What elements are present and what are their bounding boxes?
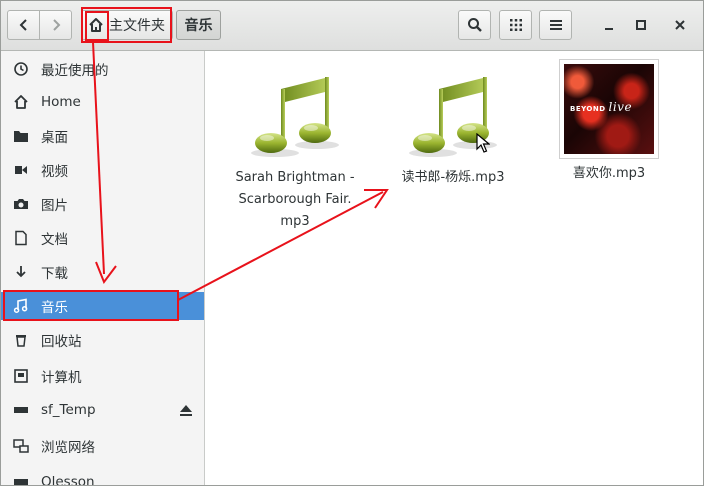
sidebar-item-recent[interactable]: 最近使用的 <box>1 55 204 83</box>
maximize-icon <box>636 20 646 30</box>
album-art-text: BEYOND live <box>570 100 633 114</box>
header-bar: 主文件夹 音乐 <box>1 1 703 51</box>
file-item[interactable]: BEYOND live 喜欢你.mp3 <box>544 59 674 185</box>
sidebar-item-sf-temp[interactable]: sf_Temp <box>1 396 204 424</box>
download-icon <box>11 262 31 282</box>
minimize-icon <box>605 28 613 30</box>
document-icon <box>11 228 31 248</box>
camera-icon <box>11 194 31 214</box>
folder-icon <box>11 126 31 146</box>
sidebar-item-pictures[interactable]: 图片 <box>1 190 204 218</box>
sidebar-item-home[interactable]: Home <box>1 88 204 116</box>
eject-icon[interactable] <box>178 402 194 418</box>
mouse-cursor-icon <box>476 133 490 153</box>
drive-icon <box>11 472 31 485</box>
close-button[interactable] <box>669 14 691 36</box>
sidebar-item-olesson[interactable]: Olesson <box>1 468 204 486</box>
forward-button[interactable] <box>39 10 72 40</box>
computer-icon <box>11 366 31 386</box>
menu-button[interactable] <box>539 10 572 40</box>
sidebar-item-label: 回收站 <box>41 334 82 350</box>
close-icon <box>675 20 685 30</box>
sidebar-item-label: 下载 <box>41 266 68 282</box>
minimize-button[interactable] <box>598 14 620 36</box>
search-icon <box>467 18 482 32</box>
sidebar-item-computer[interactable]: 计算机 <box>1 362 204 390</box>
breadcrumb-music-label: 音乐 <box>184 18 213 34</box>
file-name: 喜欢你.mp3 <box>572 166 646 181</box>
breadcrumb-home-label: 主文件夹 <box>109 18 165 34</box>
sidebar-item-label: Home <box>41 94 81 110</box>
sidebar-item-desktop[interactable]: 桌面 <box>1 122 204 150</box>
sidebar: 最近使用的 Home 桌面 视频 图片 文档 下载 音乐 回收站 计算机 sf_… <box>1 51 205 486</box>
trash-icon <box>11 330 31 350</box>
sidebar-item-label: 音乐 <box>41 300 68 316</box>
sidebar-item-label: 文档 <box>41 232 68 248</box>
network-icon <box>11 436 31 456</box>
back-button[interactable] <box>7 10 40 40</box>
sidebar-item-label: 计算机 <box>41 370 82 386</box>
sidebar-item-label: 浏览网络 <box>41 440 95 456</box>
navigation-buttons <box>7 10 73 40</box>
hamburger-menu-icon <box>549 20 562 30</box>
music-file-icon <box>251 77 339 157</box>
maximize-button[interactable] <box>630 14 652 36</box>
clock-icon <box>11 59 31 79</box>
drive-icon <box>11 400 31 420</box>
sidebar-item-label: 桌面 <box>41 130 68 146</box>
home-icon <box>11 92 31 112</box>
file-view: Sarah Brightman - Scarborough Fair. mp3 <box>206 51 703 485</box>
sidebar-item-downloads[interactable]: 下载 <box>1 258 204 286</box>
view-grid-button[interactable] <box>499 10 532 40</box>
sidebar-item-videos[interactable]: 视频 <box>1 156 204 184</box>
video-icon <box>11 160 31 180</box>
search-button[interactable] <box>458 10 491 40</box>
chevron-left-icon <box>19 19 27 31</box>
sidebar-item-label: 最近使用的 <box>41 63 109 79</box>
file-item[interactable]: Sarah Brightman - Scarborough Fair. mp3 <box>220 71 370 233</box>
sidebar-item-trash[interactable]: 回收站 <box>1 326 204 354</box>
sidebar-item-label: sf_Temp <box>41 402 96 418</box>
chevron-right-icon <box>52 19 60 31</box>
file-name: Sarah Brightman - Scarborough Fair. mp3 <box>235 170 355 229</box>
sidebar-item-documents[interactable]: 文档 <box>1 224 204 252</box>
grid-icon <box>509 19 522 31</box>
file-item[interactable]: 读书郎-杨烁.mp3 <box>378 71 528 189</box>
music-note-icon <box>11 296 31 316</box>
file-name: 读书郎-杨烁.mp3 <box>401 170 505 185</box>
sidebar-item-label: 图片 <box>41 198 68 214</box>
home-icon <box>86 15 106 35</box>
file-manager-window: 主文件夹 音乐 最近使用的 Home 桌面 视频 图片 文档 下载 音乐 回收站… <box>0 0 704 486</box>
album-art-thumbnail: BEYOND live <box>559 59 659 159</box>
sidebar-item-music[interactable]: 音乐 <box>1 292 204 320</box>
sidebar-item-label: Olesson <box>41 474 95 486</box>
breadcrumb-music[interactable]: 音乐 <box>176 10 221 40</box>
sidebar-item-label: 视频 <box>41 164 68 180</box>
breadcrumb-home[interactable]: 主文件夹 <box>81 10 173 40</box>
sidebar-item-network[interactable]: 浏览网络 <box>1 432 204 460</box>
